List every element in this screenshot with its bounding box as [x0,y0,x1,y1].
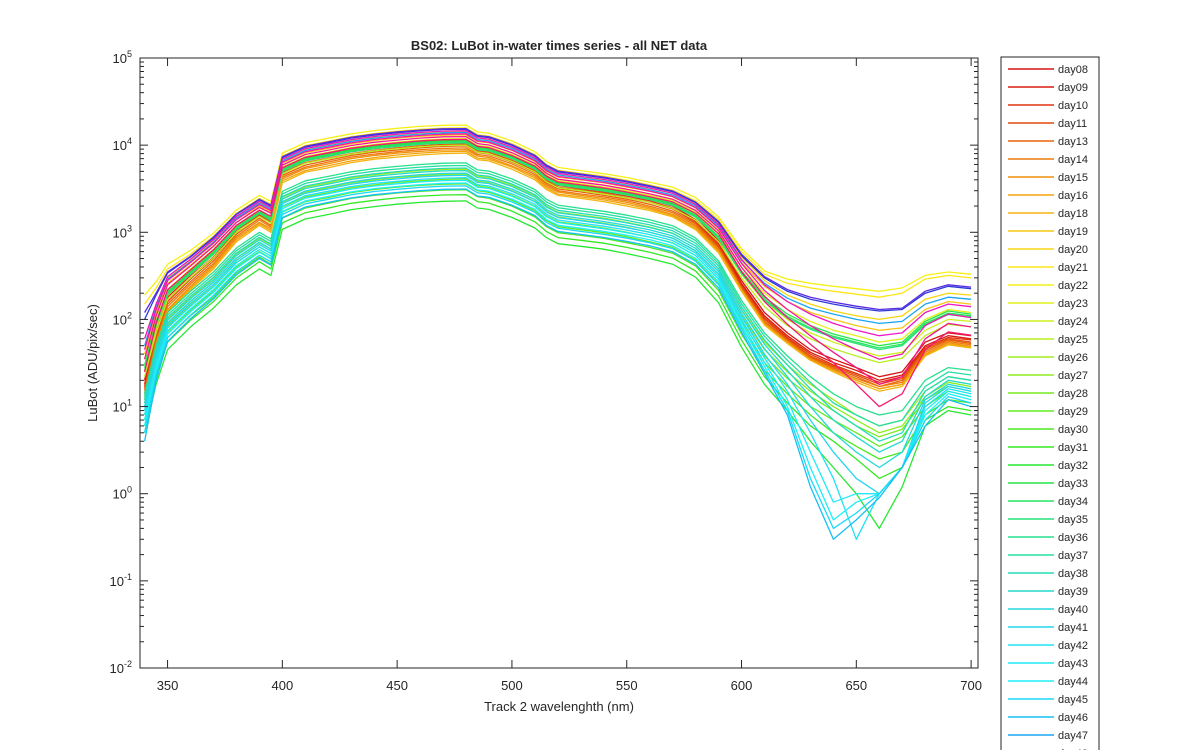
legend-label-day16: day16 [1058,190,1088,202]
legend-label-day42: day42 [1058,640,1088,652]
legend-label-day24: day24 [1058,316,1088,328]
legend-label-day47: day47 [1058,730,1088,742]
legend-label-day18: day18 [1058,208,1088,220]
legend-label-day28: day28 [1058,388,1088,400]
legend-label-day19: day19 [1058,226,1088,238]
x-axis-label: Track 2 wavelenghth (nm) [484,699,634,714]
legend-label-day33: day33 [1058,478,1088,490]
legend-label-day32: day32 [1058,460,1088,472]
y-axis-label: LuBot (ADU/pix/sec) [85,304,100,422]
legend-label-day34: day34 [1058,496,1088,508]
legend-label-day22: day22 [1058,280,1088,292]
legend-label-day27: day27 [1058,370,1088,382]
legend-label-day30: day30 [1058,424,1088,436]
legend-label-day37: day37 [1058,550,1088,562]
legend-label-day09: day09 [1058,82,1088,94]
legend-label-day39: day39 [1058,586,1088,598]
legend-label-day36: day36 [1058,532,1088,544]
x-tick-label: 450 [386,678,408,693]
chart: BS02: LuBot in-water times series - all … [0,0,1200,750]
legend-label-day20: day20 [1058,244,1088,256]
legend-label-day26: day26 [1058,352,1088,364]
legend-label-day43: day43 [1058,658,1088,670]
x-tick-label: 550 [616,678,638,693]
legend-label-day11: day11 [1058,118,1087,130]
x-tick-label: 350 [157,678,179,693]
legend-label-day08: day08 [1058,64,1088,76]
legend-label-day23: day23 [1058,298,1088,310]
legend-label-day13: day13 [1058,136,1088,148]
chart-title: BS02: LuBot in-water times series - all … [411,38,708,53]
legend-label-day40: day40 [1058,604,1088,616]
x-tick-label: 500 [501,678,523,693]
legend-label-day14: day14 [1058,154,1088,166]
legend-label-day15: day15 [1058,172,1088,184]
x-tick-label: 600 [731,678,753,693]
legend-label-day38: day38 [1058,568,1088,580]
legend-label-day46: day46 [1058,712,1088,724]
x-tick-label: 650 [845,678,867,693]
legend-label-day44: day44 [1058,676,1088,688]
legend-label-day21: day21 [1058,262,1088,274]
legend-label-day35: day35 [1058,514,1088,526]
legend-label-day10: day10 [1058,100,1088,112]
legend-label-day31: day31 [1058,442,1088,454]
legend-label-day25: day25 [1058,334,1088,346]
legend-label-day41: day41 [1058,622,1088,634]
legend-label-day29: day29 [1058,406,1088,418]
x-tick-label: 700 [960,678,982,693]
x-tick-label: 400 [271,678,293,693]
plot-area [140,58,978,668]
legend: day08 day09 day10 day11 day13 day14 day15 day16… [1000,56,1100,750]
legend-label-day45: day45 [1058,694,1088,706]
